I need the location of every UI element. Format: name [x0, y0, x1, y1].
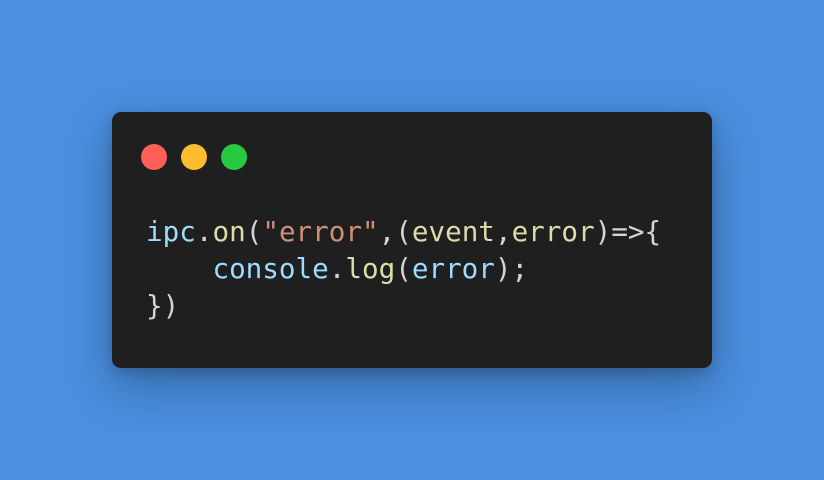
code-token: "error" — [262, 215, 379, 248]
code-token: error — [511, 215, 595, 248]
code-token: }) — [146, 289, 180, 322]
close-button[interactable] — [141, 144, 167, 170]
code-token: error — [411, 252, 495, 285]
code-token: . — [195, 215, 213, 248]
code-token: ( — [245, 215, 263, 248]
code-window: ipc.on("error",(event,error)=>{ console.… — [112, 112, 712, 368]
window-controls — [141, 144, 247, 170]
code-block: ipc.on("error",(event,error)=>{ console.… — [146, 213, 661, 324]
code-token: )=>{ — [594, 215, 662, 248]
code-token: ); — [494, 252, 529, 285]
code-token: ,( — [378, 215, 412, 248]
code-line-2: console.log(error); — [146, 250, 661, 287]
maximize-button[interactable] — [221, 144, 247, 170]
code-token: event — [411, 215, 495, 248]
code-token: . — [328, 252, 346, 285]
code-token: on — [212, 215, 246, 248]
code-token: console — [212, 252, 329, 285]
code-token: ipc — [146, 215, 196, 248]
code-token: ( — [395, 252, 412, 285]
code-token: , — [494, 215, 512, 248]
code-line-3: }) — [146, 287, 661, 324]
minimize-button[interactable] — [181, 144, 207, 170]
code-token: log — [345, 252, 396, 285]
code-line-1: ipc.on("error",(event,error)=>{ — [146, 213, 661, 250]
